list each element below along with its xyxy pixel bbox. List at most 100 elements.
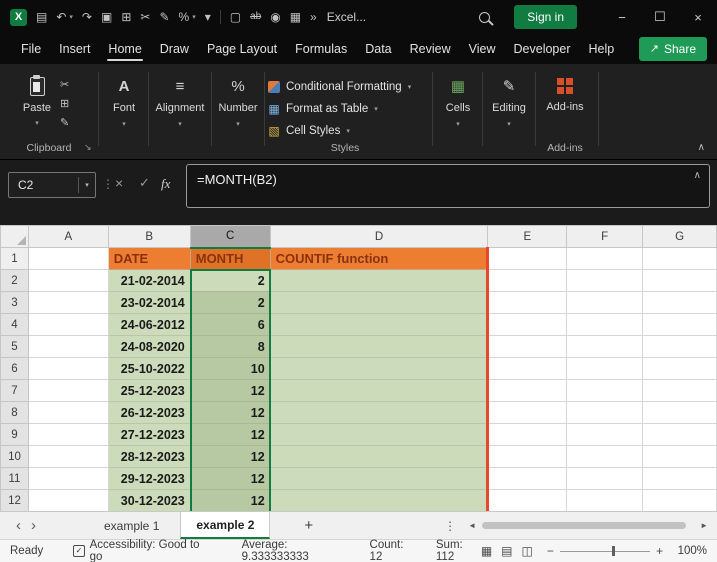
enter-icon[interactable]: ✓	[139, 175, 150, 191]
collapse-ribbon-icon[interactable]: ∧	[698, 142, 705, 153]
cell-B9[interactable]: 27-12-2023	[108, 424, 190, 446]
cell-C1[interactable]: MONTH	[190, 248, 270, 270]
new-sheet-button[interactable]: +	[304, 517, 313, 534]
cell-G5[interactable]	[643, 336, 717, 358]
row-header-12[interactable]: 12	[1, 490, 29, 512]
strikethrough-icon[interactable]: ab	[250, 12, 261, 22]
cell-E12[interactable]	[488, 490, 567, 512]
alignment-group-button[interactable]: ≡ Alignment ▾	[151, 78, 209, 128]
scroll-left-icon[interactable]: ◄	[468, 522, 476, 530]
cell-G8[interactable]	[643, 402, 717, 424]
cell-G9[interactable]	[643, 424, 717, 446]
format-painter-icon[interactable]: ✎	[159, 11, 169, 23]
minimize-button[interactable]: −	[603, 0, 641, 34]
row-header-9[interactable]: 9	[1, 424, 29, 446]
cell-A6[interactable]	[28, 358, 108, 380]
cell-B1[interactable]: DATE	[108, 248, 190, 270]
row-header-6[interactable]: 6	[1, 358, 29, 380]
cell-D8[interactable]	[270, 402, 488, 424]
cell-C2[interactable]: 2	[190, 270, 270, 292]
cell-G4[interactable]	[643, 314, 717, 336]
chevron-down-icon[interactable]: ▾	[79, 181, 95, 189]
cell-C7[interactable]: 12	[190, 380, 270, 402]
cell-A7[interactable]	[28, 380, 108, 402]
close-button[interactable]: ×	[679, 0, 717, 34]
cells-group-button[interactable]: ▦ Cells ▾	[436, 78, 480, 128]
camera-icon[interactable]: ◉	[270, 11, 280, 23]
copy-icon[interactable]: ⊞	[60, 99, 69, 110]
page-break-view-icon[interactable]: ◫	[522, 544, 533, 558]
formula-input[interactable]: =MONTH(B2)	[186, 164, 710, 208]
cell-C5[interactable]: 8	[190, 336, 270, 358]
row-header-4[interactable]: 4	[1, 314, 29, 336]
cell-E8[interactable]	[488, 402, 567, 424]
chevron-down-icon[interactable]: ▾	[69, 13, 73, 21]
column-header-D[interactable]: D	[270, 226, 488, 248]
cell-G3[interactable]	[643, 292, 717, 314]
cell-A1[interactable]	[28, 248, 108, 270]
cell-B2[interactable]: 21-02-2014	[108, 270, 190, 292]
cell-G1[interactable]	[643, 248, 717, 270]
tab-page-layout[interactable]: Page Layout	[198, 34, 286, 64]
cell-A11[interactable]	[28, 468, 108, 490]
column-header-E[interactable]: E	[488, 226, 567, 248]
tab-view[interactable]: View	[460, 34, 505, 64]
cell-A9[interactable]	[28, 424, 108, 446]
font-group-button[interactable]: A Font ▾	[102, 78, 146, 128]
cell-D5[interactable]	[270, 336, 488, 358]
scrollbar-thumb[interactable]	[482, 522, 686, 529]
cell-E10[interactable]	[488, 446, 567, 468]
sheet-nav-right-icon[interactable]: ›	[26, 518, 41, 533]
cell-G12[interactable]	[643, 490, 717, 512]
chevron-down-icon[interactable]: ▾	[205, 11, 211, 23]
zoom-slider-thumb[interactable]	[612, 546, 615, 556]
cell-D1[interactable]: COUNTIF function	[270, 248, 488, 270]
column-header-B[interactable]: B	[108, 226, 190, 248]
paste-icon[interactable]: ▣	[101, 11, 112, 23]
cell-D9[interactable]	[270, 424, 488, 446]
cell-G6[interactable]	[643, 358, 717, 380]
cell-E1[interactable]	[488, 248, 567, 270]
zoom-slider[interactable]	[560, 545, 650, 557]
collapse-formula-bar-icon[interactable]: ∧	[694, 170, 701, 181]
cell-B4[interactable]: 24-06-2012	[108, 314, 190, 336]
cell-E7[interactable]	[488, 380, 567, 402]
cell-F12[interactable]	[567, 490, 643, 512]
new-file-icon[interactable]: ▢	[230, 11, 241, 23]
cell-F3[interactable]	[567, 292, 643, 314]
chevron-down-icon[interactable]: ▾	[192, 13, 196, 21]
cell-B11[interactable]: 29-12-2023	[108, 468, 190, 490]
cut-icon[interactable]: ✂	[140, 11, 150, 23]
cell-F9[interactable]	[567, 424, 643, 446]
cell-A4[interactable]	[28, 314, 108, 336]
select-all-corner[interactable]	[1, 226, 29, 248]
cell-A5[interactable]	[28, 336, 108, 358]
column-header-A[interactable]: A	[28, 226, 108, 248]
cell-C4[interactable]: 6	[190, 314, 270, 336]
zoom-in-icon[interactable]: +	[656, 544, 663, 558]
tab-developer[interactable]: Developer	[505, 34, 580, 64]
cell-E6[interactable]	[488, 358, 567, 380]
sheet-nav-left-icon[interactable]: ‹	[11, 518, 26, 533]
cell-G7[interactable]	[643, 380, 717, 402]
cell-F7[interactable]	[567, 380, 643, 402]
cell-B10[interactable]: 28-12-2023	[108, 446, 190, 468]
cell-C8[interactable]: 12	[190, 402, 270, 424]
cell-B12[interactable]: 30-12-2023	[108, 490, 190, 512]
copy-icon[interactable]: ⊞	[121, 11, 131, 23]
table-grid-icon[interactable]: ▦	[290, 11, 301, 23]
share-button[interactable]: ↗ Share	[639, 37, 707, 61]
cell-E4[interactable]	[488, 314, 567, 336]
zoom-out-icon[interactable]: −	[547, 544, 554, 558]
cell-G11[interactable]	[643, 468, 717, 490]
tab-file[interactable]: File	[12, 34, 50, 64]
cell-C11[interactable]: 12	[190, 468, 270, 490]
row-header-11[interactable]: 11	[1, 468, 29, 490]
cell-A2[interactable]	[28, 270, 108, 292]
cell-A12[interactable]	[28, 490, 108, 512]
clipboard-dialog-launcher-icon[interactable]: ↘	[84, 142, 92, 153]
cell-B7[interactable]: 25-12-2023	[108, 380, 190, 402]
cell-A3[interactable]	[28, 292, 108, 314]
cell-A8[interactable]	[28, 402, 108, 424]
save-icon[interactable]: ▤	[36, 11, 47, 23]
